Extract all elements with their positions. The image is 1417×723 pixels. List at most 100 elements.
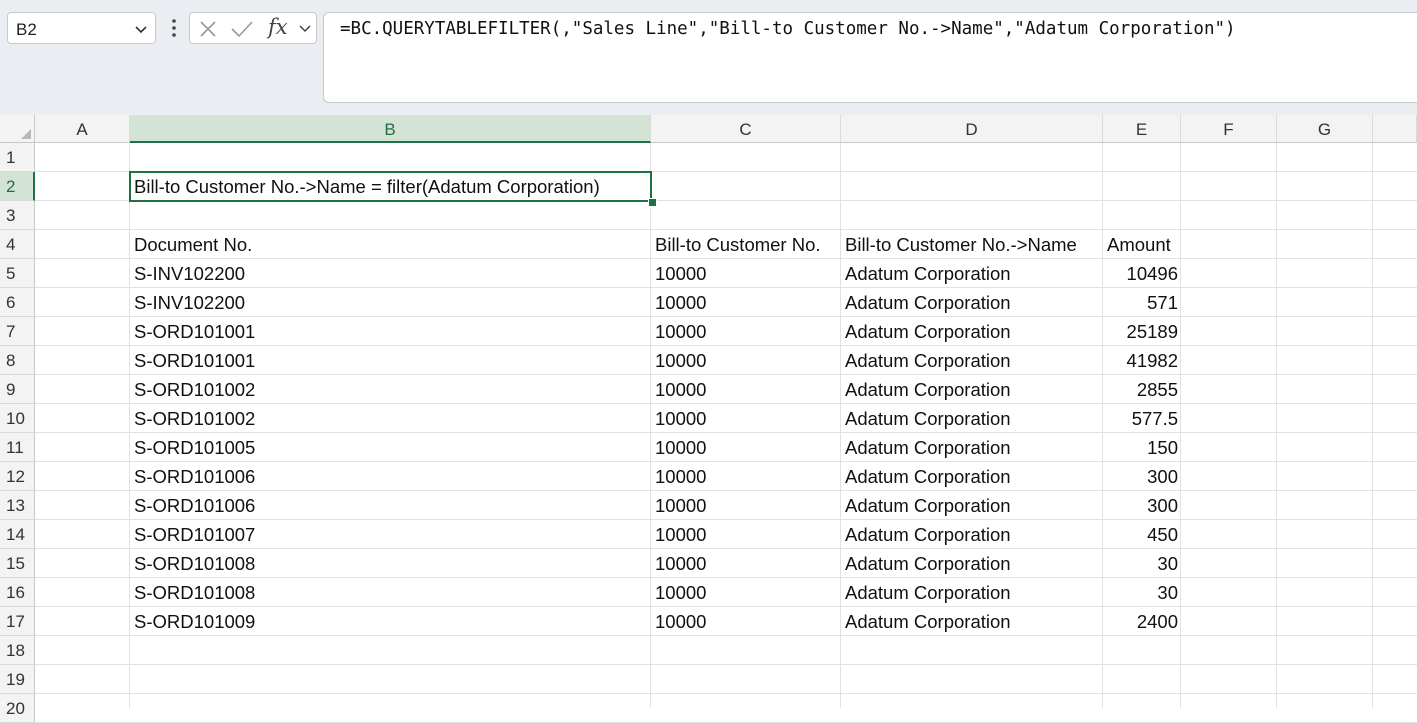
chevron-down-icon[interactable] — [298, 21, 312, 35]
document-no-cell[interactable]: S-ORD101001 — [130, 317, 651, 346]
document-no-cell[interactable]: S-INV102200 — [130, 259, 651, 288]
customer-name-cell[interactable]: Adatum Corporation — [841, 433, 1103, 462]
amount-cell[interactable]: 300 — [1103, 491, 1181, 520]
document-no-cell[interactable]: S-ORD101006 — [130, 462, 651, 491]
document-no-cell[interactable]: S-ORD101007 — [130, 520, 651, 549]
check-icon[interactable] — [230, 19, 254, 39]
document-no-cell[interactable]: S-ORD101006 — [130, 491, 651, 520]
customer-no-cell[interactable]: 10000 — [651, 607, 841, 636]
active-cell-border — [129, 171, 652, 202]
document-no-cell[interactable]: S-ORD101001 — [130, 346, 651, 375]
amount-cell[interactable]: 10496 — [1103, 259, 1181, 288]
amount-cell[interactable]: 2400 — [1103, 607, 1181, 636]
customer-name-cell[interactable]: Adatum Corporation — [841, 404, 1103, 433]
customer-no-cell[interactable]: 10000 — [651, 578, 841, 607]
customer-name-cell[interactable]: Adatum Corporation — [841, 259, 1103, 288]
column-header-e[interactable]: E — [1103, 115, 1181, 143]
customer-name-cell[interactable]: Adatum Corporation — [841, 578, 1103, 607]
amount-cell[interactable]: 41982 — [1103, 346, 1181, 375]
amount-cell[interactable]: 577.5 — [1103, 404, 1181, 433]
customer-no-cell[interactable]: 10000 — [651, 491, 841, 520]
document-no-cell[interactable]: S-ORD101008 — [130, 549, 651, 578]
amount-cell[interactable]: 300 — [1103, 462, 1181, 491]
customer-no-cell[interactable]: 10000 — [651, 549, 841, 578]
row-header-9[interactable]: 9 — [0, 375, 35, 404]
row-header-20[interactable]: 20 — [0, 694, 35, 723]
customer-name-cell[interactable]: Adatum Corporation — [841, 375, 1103, 404]
document-no-cell[interactable]: S-INV102200 — [130, 288, 651, 317]
select-all-corner[interactable] — [0, 115, 35, 143]
amount-cell[interactable]: 30 — [1103, 578, 1181, 607]
row-header-6[interactable]: 6 — [0, 288, 35, 317]
row-header-5[interactable]: 5 — [0, 259, 35, 288]
amount-cell[interactable]: 450 — [1103, 520, 1181, 549]
column-header-a[interactable]: A — [35, 115, 130, 143]
customer-name-cell[interactable]: Adatum Corporation — [841, 288, 1103, 317]
customer-no-cell[interactable]: 10000 — [651, 346, 841, 375]
row-header-7[interactable]: 7 — [0, 317, 35, 346]
customer-no-cell[interactable]: 10000 — [651, 288, 841, 317]
insert-function-icon[interactable]: fx — [268, 15, 288, 39]
row-header-19[interactable]: 19 — [0, 665, 35, 694]
row-gridline — [35, 693, 1417, 694]
column-header-c[interactable]: C — [651, 115, 841, 143]
row-header-3[interactable]: 3 — [0, 201, 35, 230]
select-all-triangle-icon — [21, 129, 31, 139]
document-no-cell[interactable]: S-ORD101005 — [130, 433, 651, 462]
customer-no-cell[interactable]: 10000 — [651, 259, 841, 288]
customer-no-cell[interactable]: 10000 — [651, 317, 841, 346]
customer-name-cell[interactable]: Adatum Corporation — [841, 346, 1103, 375]
customer-name-cell[interactable]: Adatum Corporation — [841, 317, 1103, 346]
column-header-d[interactable]: D — [841, 115, 1103, 143]
row-header-17[interactable]: 17 — [0, 607, 35, 636]
row-header-14[interactable]: 14 — [0, 520, 35, 549]
more-options-icon[interactable] — [167, 16, 181, 40]
column-header-b[interactable]: B — [130, 115, 651, 143]
table-header-cell[interactable]: Document No. — [130, 230, 651, 259]
cancel-icon[interactable] — [198, 19, 218, 39]
document-no-cell[interactable]: S-ORD101002 — [130, 404, 651, 433]
name-box[interactable]: B2 — [7, 12, 156, 44]
row-header-8[interactable]: 8 — [0, 346, 35, 375]
row-header-1[interactable]: 1 — [0, 143, 35, 172]
table-header-cell[interactable]: Bill-to Customer No. — [651, 230, 841, 259]
row-header-16[interactable]: 16 — [0, 578, 35, 607]
customer-no-cell[interactable]: 10000 — [651, 462, 841, 491]
row-header-13[interactable]: 13 — [0, 491, 35, 520]
formula-text: =BC.QUERYTABLEFILTER(,"Sales Line","Bill… — [340, 19, 1236, 39]
customer-no-cell[interactable]: 10000 — [651, 433, 841, 462]
customer-name-cell[interactable]: Adatum Corporation — [841, 549, 1103, 578]
row-header-18[interactable]: 18 — [0, 636, 35, 665]
formula-bar-area: B2 fx =BC.QUERYTABLEFILTER(,"Sales Line"… — [0, 0, 1417, 115]
row-header-15[interactable]: 15 — [0, 549, 35, 578]
column-header-g[interactable]: G — [1277, 115, 1373, 143]
document-no-cell[interactable]: S-ORD101008 — [130, 578, 651, 607]
amount-cell[interactable]: 2855 — [1103, 375, 1181, 404]
table-header-cell[interactable]: Bill-to Customer No.->Name — [841, 230, 1103, 259]
customer-no-cell[interactable]: 10000 — [651, 404, 841, 433]
document-no-cell[interactable]: S-ORD101002 — [130, 375, 651, 404]
row-header-10[interactable]: 10 — [0, 404, 35, 433]
amount-cell[interactable]: 25189 — [1103, 317, 1181, 346]
customer-name-cell[interactable]: Adatum Corporation — [841, 520, 1103, 549]
customer-name-cell[interactable]: Adatum Corporation — [841, 462, 1103, 491]
row-header-2[interactable]: 2 — [0, 172, 35, 201]
column-header-h[interactable] — [1373, 115, 1417, 143]
table-header-cell[interactable]: Amount — [1103, 230, 1181, 259]
chevron-down-icon[interactable] — [133, 21, 149, 37]
row-header-4[interactable]: 4 — [0, 230, 35, 259]
formula-input[interactable]: =BC.QUERYTABLEFILTER(,"Sales Line","Bill… — [323, 12, 1417, 103]
fill-handle[interactable] — [648, 198, 657, 207]
row-header-12[interactable]: 12 — [0, 462, 35, 491]
customer-no-cell[interactable]: 10000 — [651, 520, 841, 549]
customer-name-cell[interactable]: Adatum Corporation — [841, 607, 1103, 636]
customer-name-cell[interactable]: Adatum Corporation — [841, 491, 1103, 520]
amount-cell[interactable]: 30 — [1103, 549, 1181, 578]
document-no-cell[interactable]: S-ORD101009 — [130, 607, 651, 636]
customer-no-cell[interactable]: 10000 — [651, 375, 841, 404]
row-gridline — [35, 664, 1417, 665]
row-header-11[interactable]: 11 — [0, 433, 35, 462]
amount-cell[interactable]: 571 — [1103, 288, 1181, 317]
column-header-f[interactable]: F — [1181, 115, 1277, 143]
amount-cell[interactable]: 150 — [1103, 433, 1181, 462]
